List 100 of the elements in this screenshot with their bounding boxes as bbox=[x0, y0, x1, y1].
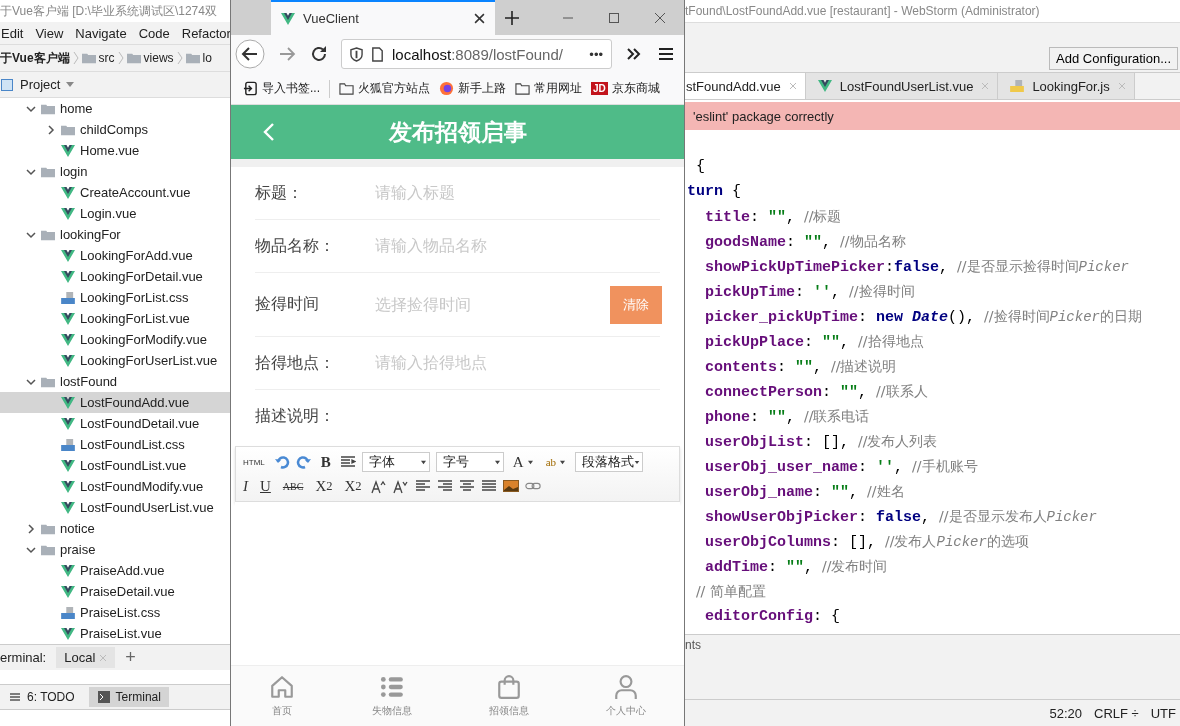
add-terminal-button[interactable]: + bbox=[125, 647, 136, 668]
page-icon[interactable] bbox=[371, 46, 384, 62]
tree-item[interactable]: LookingForDetail.vue bbox=[0, 266, 230, 287]
undo-icon[interactable] bbox=[273, 454, 290, 470]
menu-item[interactable]: Code bbox=[138, 25, 170, 41]
html-source-button[interactable]: HTML bbox=[240, 457, 268, 467]
strikethrough-button[interactable]: ABC bbox=[279, 480, 307, 492]
nav-label[interactable]: 失物信息 bbox=[372, 704, 413, 718]
maximize-icon[interactable] bbox=[608, 11, 620, 24]
tree-item[interactable]: LookingForList.css bbox=[0, 287, 230, 308]
chevron-down-icon bbox=[26, 376, 36, 387]
vue-file-icon bbox=[61, 354, 75, 367]
editor-tab[interactable]: LookingFor.js bbox=[998, 73, 1135, 99]
align-center-icon[interactable] bbox=[458, 478, 475, 494]
status-item[interactable]: CRLF ÷ bbox=[1094, 705, 1139, 721]
editor-tab[interactable]: stFoundAdd.vue bbox=[685, 73, 806, 99]
tree-item[interactable]: Home.vue bbox=[0, 140, 230, 161]
tree-item[interactable]: PraiseList.css bbox=[0, 602, 230, 623]
close-icon[interactable] bbox=[474, 13, 485, 24]
chevron-down-icon bbox=[26, 544, 36, 555]
chevron-right-icon bbox=[26, 523, 36, 534]
tree-item[interactable]: LookingForList.vue bbox=[0, 308, 230, 329]
redo-icon[interactable] bbox=[295, 454, 312, 470]
nav-label[interactable]: 首页 bbox=[272, 704, 293, 718]
editor-tab[interactable]: LostFoundUserList.vue bbox=[805, 73, 999, 99]
breadcrumb-item[interactable]: lo bbox=[202, 51, 212, 65]
dropdown-arrow-icon[interactable] bbox=[634, 459, 641, 465]
italic-button[interactable]: I bbox=[240, 477, 251, 495]
underline-button[interactable]: U bbox=[257, 477, 274, 495]
bold-button[interactable]: B bbox=[317, 453, 334, 471]
tree-item[interactable]: PraiseDetail.vue bbox=[0, 581, 230, 602]
tree-item[interactable]: LookingForModify.vue bbox=[0, 329, 230, 350]
shield-icon[interactable] bbox=[350, 46, 363, 62]
tree-item[interactable]: LookingForAdd.vue bbox=[0, 245, 230, 266]
new-tab-icon[interactable] bbox=[505, 10, 519, 25]
bookmark-item[interactable]: 新手上路 bbox=[458, 80, 506, 97]
dropdown-arrow-icon[interactable] bbox=[526, 459, 534, 465]
tree-item[interactable]: LookingForUserList.vue bbox=[0, 350, 230, 371]
folder-icon bbox=[41, 165, 55, 178]
tree-item[interactable]: lookingFor bbox=[0, 224, 230, 245]
back-icon[interactable] bbox=[235, 39, 265, 69]
menu-item[interactable]: View bbox=[35, 25, 64, 41]
bookmark-item[interactable]: 火狐官方站点 bbox=[358, 80, 430, 97]
tree-item[interactable]: lostFound bbox=[0, 371, 230, 392]
tree-item[interactable]: Login.vue bbox=[0, 203, 230, 224]
folder-icon bbox=[41, 522, 55, 535]
tree-item[interactable]: PraiseList.vue bbox=[0, 623, 230, 644]
tree-item[interactable]: LostFoundModify.vue bbox=[0, 476, 230, 497]
tree-item[interactable]: LostFoundUserList.vue bbox=[0, 497, 230, 518]
browser-tab[interactable]: VueClient bbox=[271, 0, 495, 35]
tree-item[interactable]: LostFoundAdd.vue bbox=[0, 392, 230, 413]
bookmark-item[interactable]: 京东商城 bbox=[611, 80, 660, 97]
tree-item[interactable]: praise bbox=[0, 539, 230, 560]
nav-label[interactable]: 个人中心 bbox=[605, 704, 646, 718]
tree-item[interactable]: LostFoundList.css bbox=[0, 434, 230, 455]
breadcrumb-item[interactable]: 于Vue客户端 bbox=[0, 49, 70, 67]
font-size-up-icon[interactable] bbox=[370, 478, 387, 494]
code-line: { bbox=[695, 157, 706, 177]
css-file-icon bbox=[61, 291, 75, 304]
tree-item[interactable]: notice bbox=[0, 518, 230, 539]
menu-item[interactable]: Edit bbox=[1, 25, 24, 41]
tree-item[interactable]: LostFoundList.vue bbox=[0, 455, 230, 476]
highlight-button[interactable]: ab bbox=[542, 456, 570, 468]
dropdown-select[interactable]: 段落格式 bbox=[575, 452, 644, 472]
tree-item[interactable]: home bbox=[0, 98, 230, 119]
tree-item[interactable]: LostFoundDetail.vue bbox=[0, 413, 230, 434]
field-label: 捡得时间 bbox=[255, 294, 320, 314]
tree-item[interactable]: childComps bbox=[0, 119, 230, 140]
project-view-selector[interactable]: Project bbox=[20, 77, 61, 92]
local-session-tab[interactable]: Local bbox=[56, 647, 116, 668]
tree-item[interactable]: PraiseAdd.vue bbox=[0, 560, 230, 581]
breadcrumb-item[interactable]: views bbox=[143, 51, 174, 65]
font-color-button[interactable]: A bbox=[509, 453, 537, 471]
reload-icon[interactable] bbox=[309, 44, 329, 64]
bookmark-item[interactable]: 导入书签... bbox=[262, 80, 320, 97]
dropdown-arrow-icon[interactable] bbox=[493, 459, 501, 465]
tree-item[interactable]: login bbox=[0, 161, 230, 182]
folder-icon bbox=[339, 81, 354, 96]
font-size-down-icon[interactable] bbox=[392, 478, 409, 494]
status-item[interactable]: 52:20 bbox=[1049, 705, 1082, 721]
justify-icon[interactable] bbox=[480, 478, 497, 494]
tool-window-tab[interactable]: Terminal bbox=[88, 687, 169, 707]
dropdown-select[interactable]: 字号 bbox=[435, 452, 504, 472]
status-item[interactable]: UTF bbox=[1150, 705, 1176, 721]
menu-item[interactable]: Navigate bbox=[75, 25, 127, 41]
breadcrumb-item[interactable]: src bbox=[98, 51, 115, 65]
add-configuration-button[interactable]: Add Configuration... bbox=[1049, 47, 1178, 70]
dropdown-arrow-icon[interactable] bbox=[419, 459, 427, 465]
dropdown-arrow-icon[interactable] bbox=[559, 459, 567, 465]
nav-label[interactable]: 招领信息 bbox=[488, 704, 529, 718]
dropdown-select[interactable]: 字体 bbox=[361, 452, 430, 472]
image-icon[interactable] bbox=[502, 478, 519, 494]
page-actions-button[interactable]: ••• bbox=[589, 46, 603, 62]
align-left-icon[interactable] bbox=[414, 478, 431, 494]
bookmark-item[interactable]: 常用网址 bbox=[534, 80, 582, 97]
menu-item[interactable]: Refactor bbox=[181, 25, 230, 41]
tree-item[interactable]: CreateAccount.vue bbox=[0, 182, 230, 203]
align-right-icon[interactable] bbox=[436, 478, 453, 494]
tool-window-tab[interactable]: 6: TODO bbox=[0, 687, 83, 707]
indent-icon[interactable] bbox=[339, 454, 356, 470]
